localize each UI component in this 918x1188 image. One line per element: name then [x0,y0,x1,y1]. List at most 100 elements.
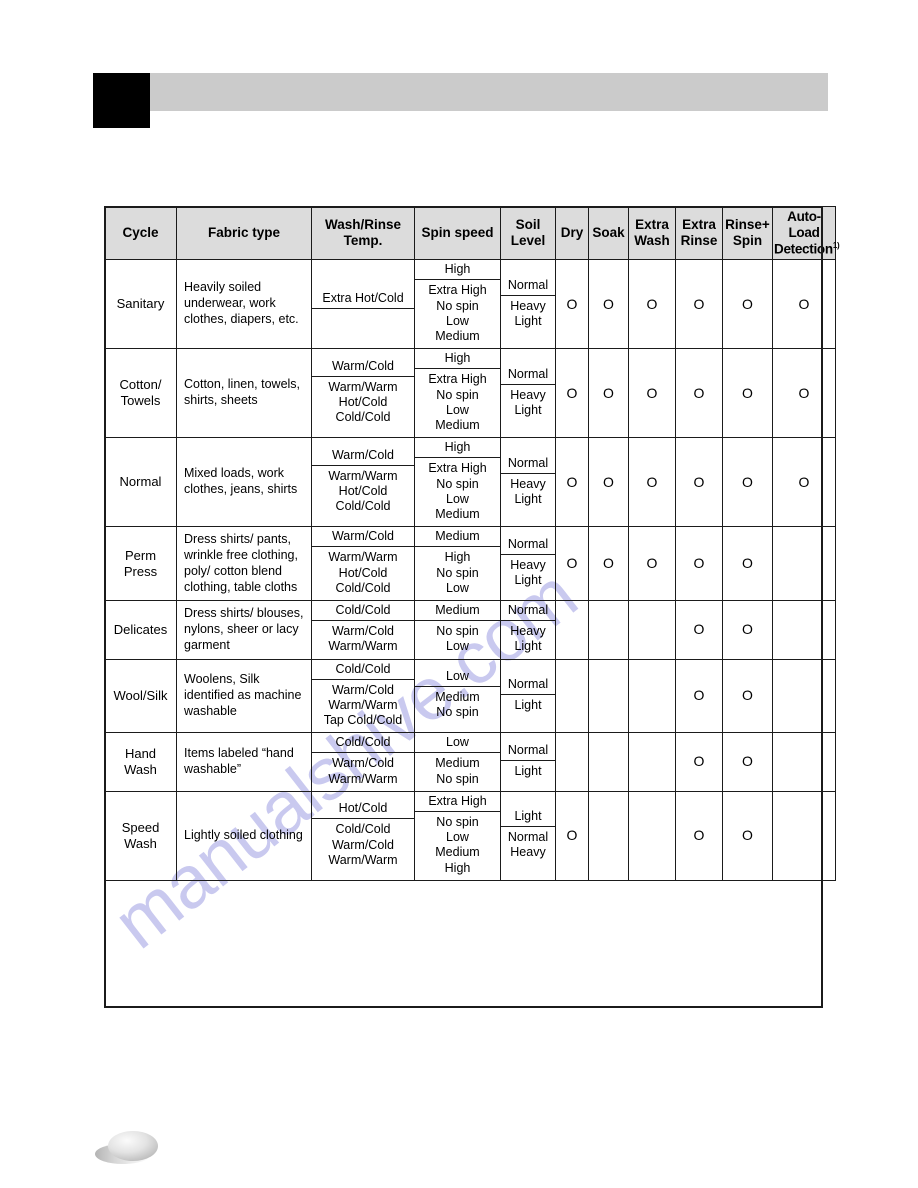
text-line: Cold/Cold [335,499,391,514]
cell-soil-level-bottom: Heavy Light [501,385,555,423]
cell-soak [588,732,629,792]
text-line: Normal [507,455,549,470]
text-line: Warm/Warm [328,468,398,483]
cell-wash-rinse-temp: Cold/Cold Warm/Cold Warm/Warm [311,732,415,792]
col-header-fabric-type: Fabric type [176,205,312,261]
text-line: Hand [124,746,157,762]
text-line: High [444,860,471,875]
text-line: Cold/Cold [335,580,391,595]
text-line: Medium [435,603,480,618]
cell-spin-speed-bottom: No spin Low Medium High [415,812,500,880]
text-line: Cold/Cold [335,735,391,750]
cell-wash-rinse-temp: Cold/Cold Warm/Cold Warm/Warm Tap Cold/Cold [311,658,415,734]
text-line: Sanitary [116,296,165,312]
cell-spin-speed-top: Medium [415,601,500,622]
text-line: Extra High [428,461,487,476]
text-line: Warm/Warm [328,550,398,565]
cell-soil-level-bottom: Light [501,695,555,717]
text-line: Cold/Cold [335,661,391,676]
text-line: No spin [436,705,479,720]
text-line: High [444,262,471,277]
cell-spin-speed-top: Low [415,733,500,754]
col-header-rinse-spin: Rinse+ Spin [722,205,773,261]
text-line: Normal [507,366,549,381]
cell-auto-load-detection: O [772,348,836,439]
text-line: Warm/Cold [331,529,395,544]
cell-rinse-spin: O [722,348,773,439]
cell-soil-level-top: Light [501,807,555,828]
cell-wash-rinse-temp-bottom: Warm/Warm Hot/Cold Cold/Cold [312,547,414,600]
cell-wash-rinse-temp-top: Warm/Cold [312,357,414,377]
cell-auto-load-detection: O [772,437,836,528]
col-header-spin-speed: Spin speed [414,205,501,261]
cell-dry: O [555,526,589,602]
cell-rinse-spin: O [722,732,773,792]
auto-load-line2: Detection1) [774,241,840,257]
page-corner-orb-graphic [95,1131,158,1164]
cell-spin-speed-bottom: High No spin Low [415,547,500,600]
text-line: Cotton/ [119,377,162,393]
text-line: No spin [436,476,479,491]
cell-wash-rinse-temp-bottom: Warm/Cold Warm/Warm [312,621,414,659]
cell-cycle: Speed Wash [104,790,177,881]
cell-rinse-spin: O [722,790,773,881]
cell-extra-rinse: O [675,526,723,602]
cell-soil-level-bottom: Heavy Light [501,621,555,659]
cell-extra-rinse: O [675,437,723,528]
rinse-spin-line1: Rinse+ [725,217,770,233]
cell-soil-level-top: Normal [501,276,555,296]
text-line: No spin [436,387,479,402]
text-line: Tap Cold/Cold [323,713,403,728]
cell-soil-level-bottom: Light [501,761,555,783]
cell-dry [555,732,589,792]
cell-soak: O [588,259,629,350]
text-line: Hot/Cold [338,801,388,816]
cell-wash-rinse-temp-bottom [312,309,414,319]
text-line: Cold/Cold [335,410,391,425]
extra-rinse-line1: Extra [682,217,716,233]
text-line: Extra High [428,283,487,298]
cell-cycle: Normal [104,437,177,528]
cell-extra-rinse: O [675,790,723,881]
extra-rinse-line2: Rinse [680,233,718,249]
cell-auto-load-detection [772,526,836,602]
cell-wash-rinse-temp-top: Warm/Cold [312,527,414,548]
cell-rinse-spin: O [722,259,773,350]
cell-soil-level: Normal Heavy Light [500,437,556,528]
text-line: Normal [507,742,549,757]
wash-cycle-table: Cycle Fabric type Wash/Rinse Temp. Spin … [104,205,840,881]
header-gray-bar [150,73,828,111]
text-line: Heavy [510,387,546,402]
cell-rinse-spin: O [722,600,773,660]
text-line: Extra High [428,372,487,387]
cell-fabric-type: Items labeled “hand washable” [176,732,312,792]
text-line: Warm/Warm [328,379,398,394]
col-header-extra-wash: Extra Wash [628,205,676,261]
cell-dry: O [555,348,589,439]
cell-auto-load-detection [772,790,836,881]
text-line: Press [123,563,158,579]
table-row: Hand Wash Items labeled “hand washable” Col… [104,732,836,792]
cell-fabric-type: Lightly soiled clothing [176,790,312,881]
auto-load-line1: Auto-Load [787,209,821,240]
cell-wash-rinse-temp-top: Hot/Cold [312,799,414,820]
cell-fabric-type: Woolens, Silk identified as machine wash… [176,658,312,734]
cell-spin-speed-bottom: Extra High No spin Low Medium [415,280,500,348]
cell-spin-speed-top: Medium [415,527,500,548]
cell-fabric-type: Heavily soiled underwear, work clothes, … [176,259,312,350]
cell-wash-rinse-temp: Warm/Cold Warm/Warm Hot/Cold Cold/Cold [311,437,415,528]
cell-soil-level: Normal Heavy Light [500,600,556,660]
cell-soil-level-top: Normal [501,535,555,555]
text-line: Heavy [510,476,546,491]
cell-spin-speed: High Extra High No spin Low Medium [414,437,501,528]
text-line: Light [514,763,542,778]
cell-extra-rinse: O [675,259,723,350]
cell-soil-level-top: Normal [501,601,555,622]
col-header-auto-load-detection: Auto-Load Detection1) [772,205,840,261]
text-line: Medium [435,329,480,344]
table-row: Speed Wash Lightly soiled clothing Hot/Cold… [104,790,836,881]
cell-spin-speed: Low Medium No spin [414,732,501,792]
col-header-dry: Dry [555,205,589,261]
cell-spin-speed: Low Medium No spin [414,658,501,734]
cell-extra-rinse: O [675,348,723,439]
